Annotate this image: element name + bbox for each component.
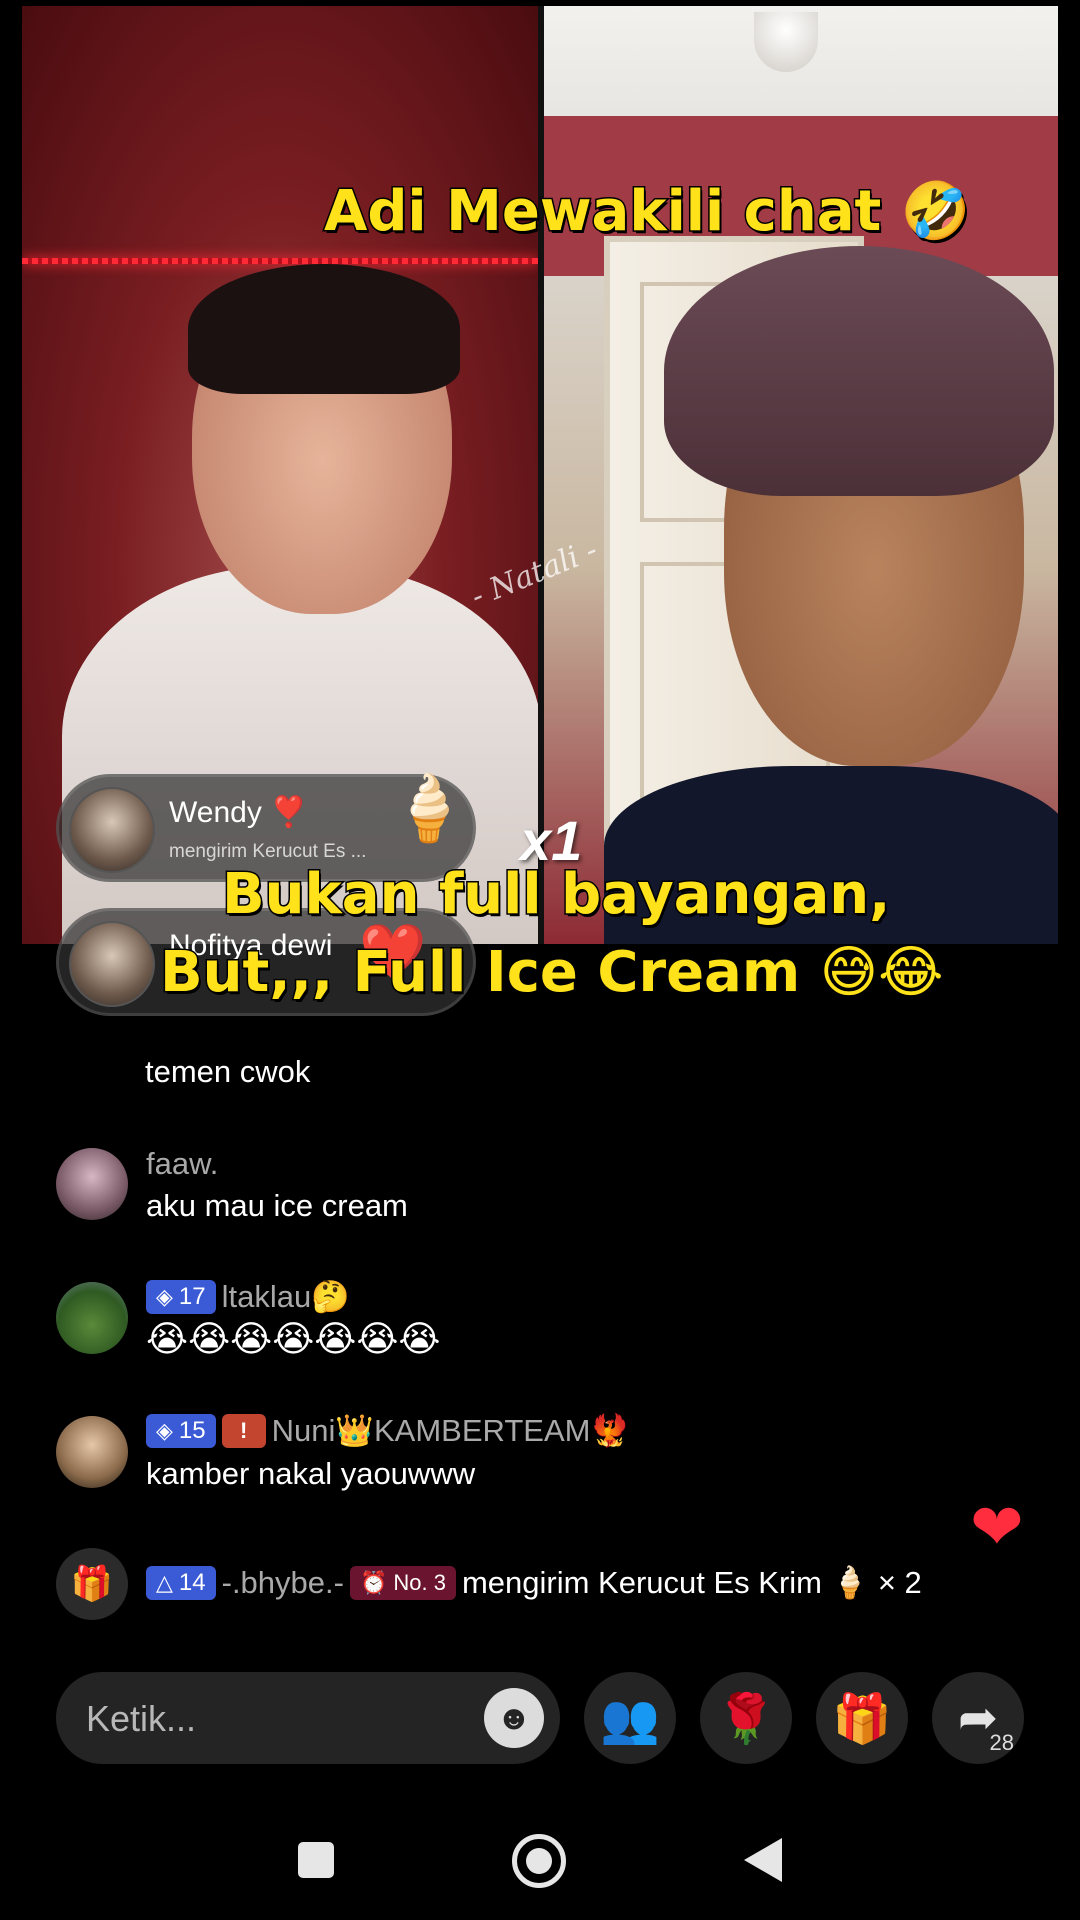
gift-box-icon: 🎁 bbox=[56, 1548, 128, 1620]
neon-light-strip bbox=[22, 258, 538, 264]
home-button[interactable] bbox=[512, 1834, 566, 1888]
chat-username[interactable]: ltaklau🤔 bbox=[222, 1278, 350, 1315]
gift-button[interactable]: 🎁 bbox=[816, 1672, 908, 1764]
avatar bbox=[69, 787, 155, 873]
emoji-button[interactable]: ☻ bbox=[484, 1688, 544, 1748]
ceiling-lamp bbox=[754, 12, 818, 72]
share-button[interactable]: ➦ 28 bbox=[932, 1672, 1024, 1764]
diamond-icon: ◈ bbox=[156, 1283, 173, 1309]
caption-top: Adi Mewakili chat 🤣 bbox=[323, 178, 973, 246]
rose-gift-button[interactable]: 🌹 bbox=[700, 1672, 792, 1764]
multi-guest-button[interactable]: 👥 bbox=[584, 1672, 676, 1764]
recent-apps-button[interactable] bbox=[298, 1842, 334, 1878]
gift-event-text: mengirim Kerucut Es Krim 🍦 × 2 bbox=[461, 1565, 922, 1600]
comment-input[interactable]: Ketik... ☻ bbox=[56, 1672, 560, 1764]
fan-heart-badge: ! bbox=[221, 1413, 266, 1448]
avatar bbox=[69, 921, 155, 1007]
diamond-icon: △ bbox=[156, 1569, 173, 1595]
avatar[interactable] bbox=[56, 1416, 128, 1488]
back-button[interactable] bbox=[744, 1838, 782, 1882]
gift-description: mengirim Kerucut Es ... bbox=[169, 841, 367, 862]
caption-middle: Bukan full bayangan, bbox=[220, 861, 891, 929]
users-icon: 👥 bbox=[600, 1692, 660, 1746]
rose-icon: 🌹 bbox=[716, 1692, 776, 1746]
chat-username[interactable]: Nuni👑KAMBERTEAM🐦‍🔥 bbox=[272, 1412, 629, 1449]
level-badge: ◈ 17 bbox=[146, 1279, 216, 1314]
chat-text: aku mau ice cream bbox=[146, 1188, 408, 1223]
gift-icon: 🎁 bbox=[832, 1692, 892, 1746]
chat-username[interactable]: faaw. bbox=[146, 1146, 218, 1182]
caption-bottom: But,,, Full Ice Cream 😅😂 bbox=[159, 939, 946, 1007]
level-badge: ◈ 15 bbox=[146, 1413, 216, 1448]
diamond-icon: ◈ bbox=[156, 1417, 173, 1443]
chat-user-line: ◈ 17 ltaklau🤔 bbox=[146, 1278, 350, 1315]
level-badge: △ 14 bbox=[146, 1565, 216, 1600]
gift-event-user[interactable]: -.bhybe.- bbox=[222, 1565, 344, 1601]
chat-text: temen cwok bbox=[145, 1054, 311, 1089]
floating-heart-icon: ❤ bbox=[970, 1491, 1024, 1563]
chat-text: kamber nakal yaouwww bbox=[146, 1456, 476, 1491]
chat-user-line: ◈ 15 ! Nuni👑KAMBERTEAM🐦‍🔥 bbox=[146, 1412, 629, 1449]
comment-placeholder: Ketik... bbox=[86, 1698, 197, 1739]
guest-video-right bbox=[544, 6, 1058, 944]
rank-badge: ⏰ No. 3 bbox=[349, 1565, 456, 1600]
ice-cream-icon: 🍦 bbox=[389, 772, 469, 844]
medal-icon: ⏰ bbox=[359, 1569, 388, 1595]
chat-text: 😭😭😭😭😭😭😭 bbox=[146, 1318, 441, 1359]
gift-event-line: △ 14 -.bhybe.- ⏰ No. 3 mengirim Kerucut Es… bbox=[146, 1564, 922, 1601]
share-count: 28 bbox=[989, 1730, 1014, 1755]
avatar[interactable] bbox=[56, 1148, 128, 1220]
gift-sender-name: Wendy ❣️ bbox=[169, 796, 308, 829]
avatar[interactable] bbox=[56, 1282, 128, 1354]
